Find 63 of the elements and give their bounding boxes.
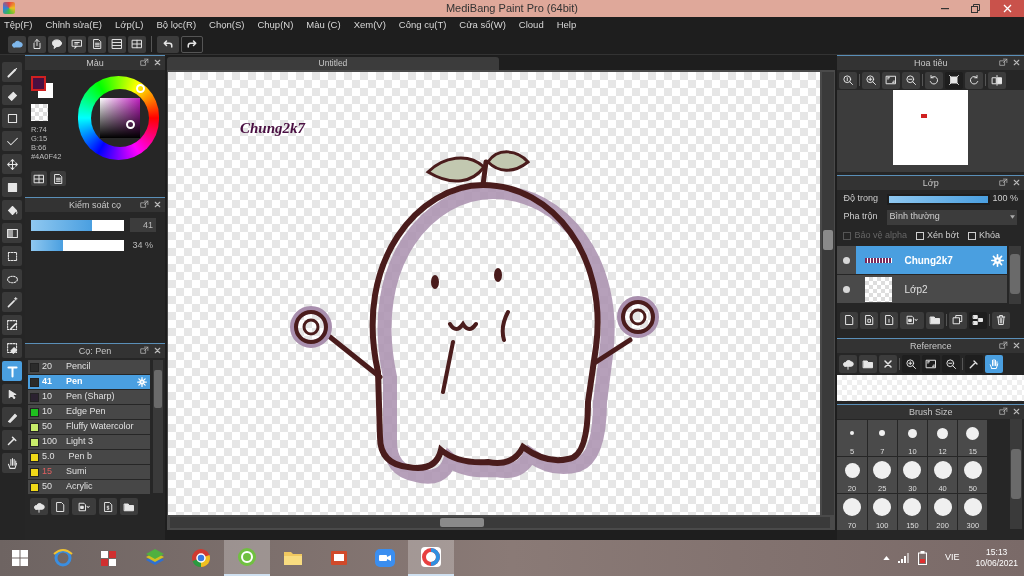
brush-size: 50 (41, 480, 53, 494)
menu-item[interactable]: Bộ lọc(R) (156, 18, 197, 33)
opacity-label: Độ trong (843, 192, 879, 206)
menu-item[interactable]: Tệp(F) (4, 18, 33, 33)
layer-name: Lớp2 (904, 282, 928, 297)
opacity-reading: 100 % (992, 192, 1018, 206)
menu-item[interactable]: Help (556, 18, 577, 33)
brush-item[interactable]: 20 Pencil (27, 360, 150, 374)
panel-title: Kiểm soát cọ (68, 200, 121, 210)
brush-size: 50 (41, 420, 53, 434)
drawing-canvas[interactable]: Chung2k7 (167, 72, 820, 515)
brush-size: 15 (41, 465, 53, 479)
brush-item[interactable]: 10 Pen (Sharp) (27, 390, 150, 404)
brush-name: Edge Pen (65, 405, 106, 419)
menu-item[interactable]: Cloud (518, 18, 544, 33)
panel-title: Hoa tiêu (913, 58, 948, 68)
brush-size: 41 (41, 375, 53, 389)
brush-size: 100 (41, 435, 58, 449)
brush-item[interactable]: 100 Light 3 (27, 435, 150, 449)
document-tab[interactable]: Untitled (166, 57, 499, 70)
menu-item[interactable]: Lớp(L) (115, 18, 144, 33)
brush-item[interactable]: 15 Sumi (27, 465, 150, 479)
brush-size: 5.0 (41, 450, 56, 464)
brush-name: Light 3 (65, 435, 93, 449)
checkbox-option[interactable]: Xén bớt (915, 229, 959, 243)
brush-name: Pen (65, 375, 83, 389)
brush-size: 10 (41, 390, 53, 404)
menu-item[interactable]: Chọn(S) (209, 18, 245, 33)
brush-item[interactable]: 50 Acrylic (27, 480, 150, 494)
window-title: MediBang Paint Pro (64bit) (445, 1, 579, 17)
brush-name: Acrylic (65, 480, 93, 494)
slider-reading: 34 % (131, 239, 154, 252)
brush-size: 10 (41, 405, 53, 419)
brush-item[interactable]: 10 Edge Pen (27, 405, 150, 419)
menu-item[interactable]: Cửa sổ(W) (459, 18, 506, 33)
panel-title: Màu (86, 58, 104, 68)
brush-name: Pen (Sharp) (65, 390, 115, 404)
panel-title: Reference (909, 341, 952, 351)
menu-item[interactable]: Màu (C) (306, 18, 341, 33)
menu-item[interactable]: Xem(V) (353, 18, 386, 33)
brush-item[interactable]: 50 Fluffy Watercolor (27, 420, 150, 434)
menu-item[interactable]: Chụp(N) (257, 18, 294, 33)
menu-item[interactable]: Chỉnh sửa(E) (45, 18, 103, 33)
panel-title: Lớp (922, 178, 939, 188)
clock-date[interactable]: 10/06/2021 (975, 558, 1018, 569)
panel-title: Brush Size (908, 407, 953, 417)
checkbox-option[interactable]: Khóa (967, 229, 1000, 243)
brush-name: Sumi (65, 465, 87, 479)
panel-title: Cọ: Pen (78, 346, 112, 356)
brush-size: 20 (41, 360, 53, 374)
layer-row[interactable]: Lớp2 (837, 275, 1008, 304)
brush-name: Pen b (67, 450, 92, 464)
language-indicator[interactable]: VIE (944, 551, 960, 565)
brush-name: Pencil (65, 360, 91, 374)
brush-item[interactable]: 5.0 Pen b (27, 450, 150, 464)
blend-dropdown[interactable]: Bình thường (887, 209, 1018, 225)
slider-reading[interactable]: 41 (129, 218, 156, 232)
clock-time[interactable]: 15:13 (986, 547, 1008, 558)
brush-name: Fluffy Watercolor (65, 420, 134, 434)
menu-item[interactable]: Công cụ(T) (398, 18, 447, 33)
layer-name: Chung2k7 (904, 253, 953, 268)
canvas-text: Chung2k7 (239, 119, 305, 138)
blend-label: Pha trộn (843, 210, 879, 224)
